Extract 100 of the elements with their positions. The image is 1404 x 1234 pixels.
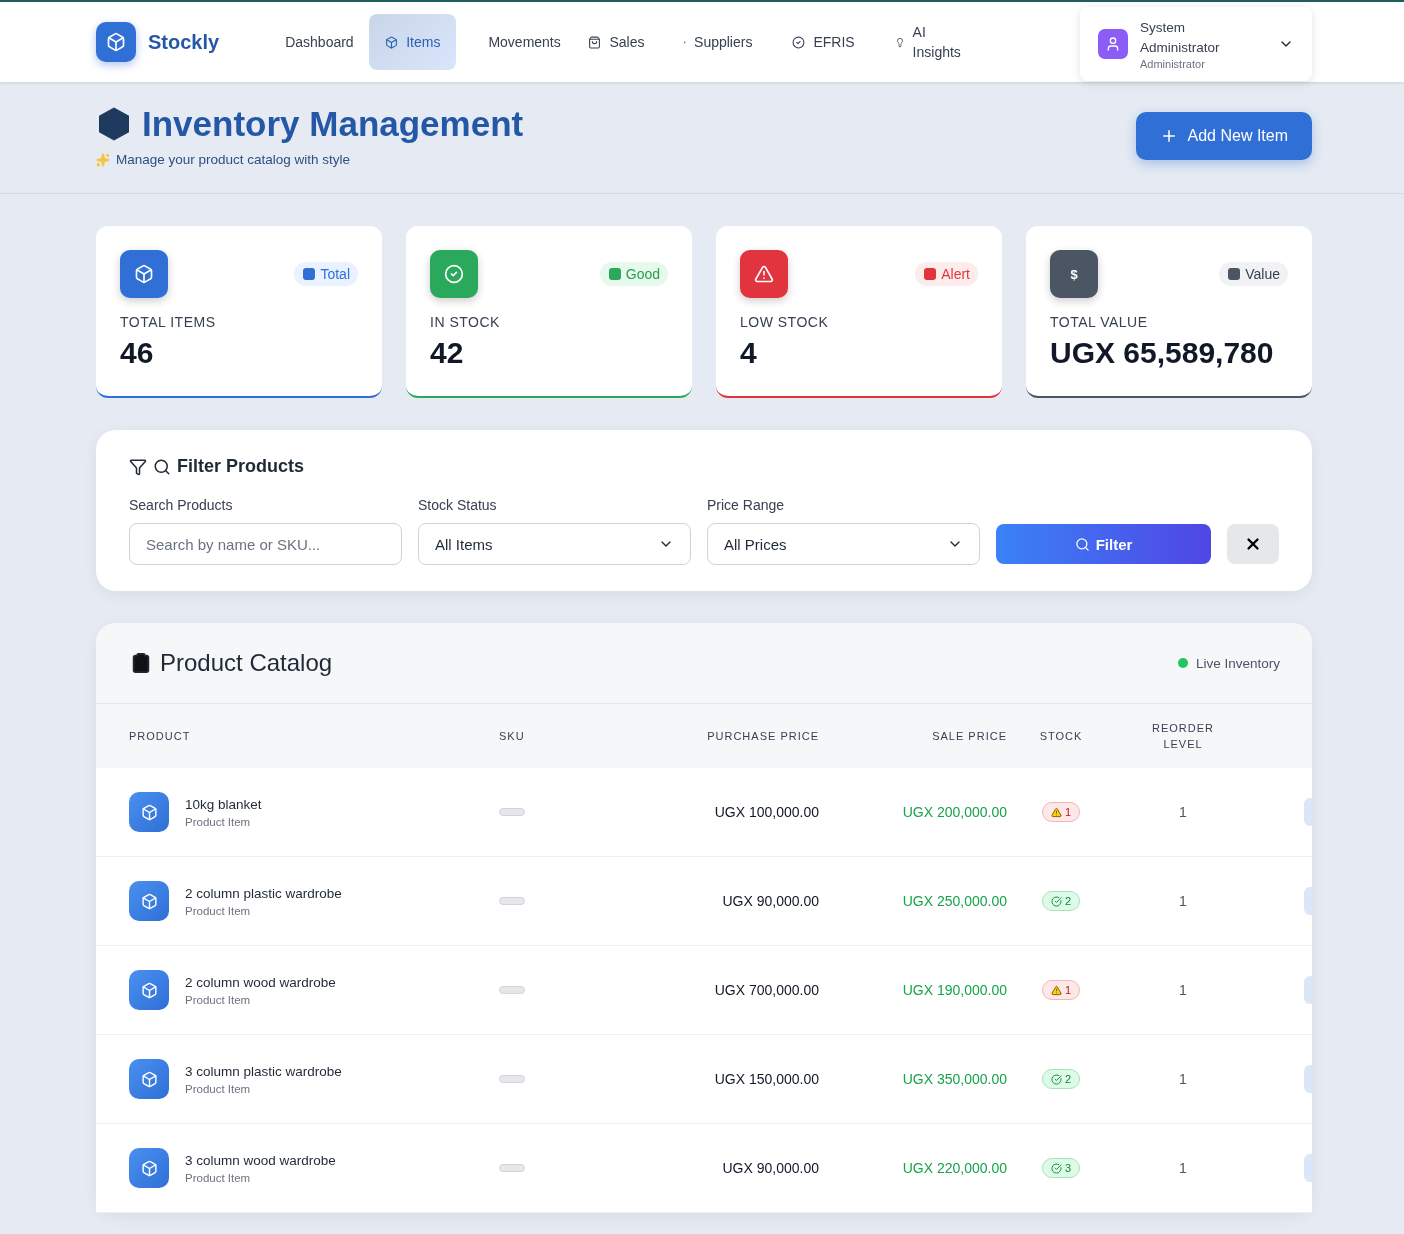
stat-badge: Value (1219, 262, 1288, 286)
field-label: Search Products (129, 497, 234, 513)
box-icon (129, 792, 169, 832)
box-icon (134, 264, 154, 284)
stock-badge: 2 (1041, 1069, 1081, 1089)
column-header: SALE PRICE (931, 729, 1007, 744)
warning-icon (754, 264, 774, 284)
stat-label: TOTAL ITEMS (120, 314, 217, 330)
stat-badge: Good (599, 262, 668, 286)
box-icon (129, 970, 169, 1010)
action-button[interactable] (1304, 1154, 1312, 1182)
stock-badge: 3 (1041, 1158, 1081, 1178)
purchase-price: UGX 90,000.00 (721, 1160, 819, 1176)
check-icon (1050, 1162, 1062, 1174)
sku-pill (499, 897, 525, 905)
field-label: Stock Status (418, 497, 498, 513)
sale-price: UGX 250,000.00 (901, 893, 1007, 909)
product-type: Product Item (185, 1171, 252, 1184)
stat-label: TOTAL VALUE (1050, 314, 1149, 330)
column-header: SKU (498, 729, 526, 744)
user-name: System Administrator (1140, 19, 1221, 57)
product-name: 2 column wood wardrobe (185, 974, 336, 990)
column-header: PRODUCT (129, 729, 192, 744)
hexagon-icon (96, 106, 132, 142)
filter-button[interactable]: Filter (996, 524, 1211, 564)
sale-price: UGX 200,000.00 (901, 804, 1007, 820)
stock-badge: 1 (1041, 980, 1081, 1000)
sku-pill (499, 1164, 525, 1172)
action-button[interactable] (1304, 1065, 1312, 1093)
sku-pill (499, 986, 525, 994)
box-icon (385, 35, 399, 49)
warning-icon (1050, 806, 1062, 818)
sku-pill (499, 1075, 525, 1083)
nav-tab[interactable]: Sales (572, 14, 661, 70)
clear-button[interactable] (1227, 524, 1279, 564)
nav-tab[interactable]: Items (369, 14, 457, 70)
stock-badge: 1 (1041, 802, 1081, 822)
live-dot-icon (1177, 658, 1188, 668)
box-icon (129, 1059, 169, 1099)
action-button[interactable] (1304, 887, 1312, 915)
stat-value: 42 (430, 336, 465, 370)
sale-price: UGX 350,000.00 (901, 1071, 1007, 1087)
purchase-price: UGX 150,000.00 (713, 1071, 819, 1087)
user-role: Administrator (1140, 58, 1206, 70)
reorder-level: 1 (1178, 804, 1188, 820)
add-item-button[interactable]: Add New Item (1135, 111, 1312, 160)
stat-icon: $ (1050, 250, 1098, 298)
nav-tab[interactable]: EFRIS (776, 14, 871, 70)
box-icon (129, 1148, 169, 1188)
price-range-select[interactable]: All Prices (707, 523, 980, 565)
logo-icon (96, 22, 136, 62)
action-button[interactable] (1304, 976, 1312, 1004)
stat-badge: Alert (915, 262, 978, 286)
stock-badge: 2 (1041, 891, 1081, 911)
nav-tab[interactable]: AI Insights (878, 14, 979, 70)
stat-value: 46 (120, 336, 155, 370)
filter-title: Filter Products (177, 456, 305, 477)
product-name: 2 column plastic wardrobe (185, 885, 342, 901)
purchase-price: UGX 100,000.00 (713, 804, 819, 820)
action-button[interactable] (1304, 798, 1312, 826)
check-circle-icon (444, 264, 464, 284)
check-icon (1050, 1073, 1062, 1085)
column-header: STOCK (1038, 729, 1084, 744)
badge-icon (1227, 267, 1242, 281)
stat-value: UGX 65,589,780 (1050, 336, 1275, 370)
lightbulb-icon (894, 35, 905, 49)
user-avatar-icon (1098, 29, 1128, 59)
reorder-level: 1 (1178, 982, 1188, 998)
product-type: Product Item (185, 1082, 252, 1095)
stock-status-select[interactable]: All Items (418, 523, 691, 565)
product-type: Product Item (185, 993, 252, 1006)
sale-price: UGX 190,000.00 (901, 982, 1007, 998)
nav-tab[interactable]: Movements (464, 14, 565, 70)
check-circle-icon (792, 35, 806, 49)
badge-icon (302, 267, 317, 281)
reorder-level: 1 (1178, 893, 1188, 909)
sku-pill (499, 808, 525, 816)
product-type: Product Item (185, 904, 252, 917)
purchase-price: UGX 700,000.00 (713, 982, 819, 998)
product-type: Product Item (185, 815, 252, 828)
box-icon (129, 881, 169, 921)
purchase-price: UGX 90,000.00 (721, 893, 819, 909)
catalog-title: Product Catalog (160, 649, 333, 677)
sale-price: UGX 220,000.00 (901, 1160, 1007, 1176)
reorder-level: 1 (1178, 1071, 1188, 1087)
product-name: 10kg blanket (185, 796, 262, 812)
stat-badge: Total (294, 262, 358, 286)
badge-icon (607, 267, 622, 281)
page-subtitle: Manage your product catalog with style (116, 152, 351, 167)
nav-tab[interactable]: Dashboard (261, 14, 362, 70)
user-menu[interactable]: System Administrator Administrator (1080, 7, 1312, 81)
brand-name: Stockly (148, 30, 220, 54)
nav-tab[interactable]: Suppliers (668, 14, 769, 70)
bag-icon (588, 35, 602, 49)
field-label: Price Range (707, 497, 786, 513)
stat-label: LOW STOCK (740, 314, 830, 330)
page-title: Inventory Management (142, 104, 524, 144)
close-icon (1244, 535, 1262, 553)
search-icon (1074, 536, 1090, 552)
search-field[interactable]: Search by name or SKU... (129, 523, 402, 565)
